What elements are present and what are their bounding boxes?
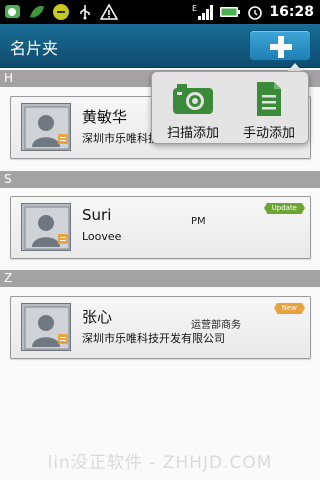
update-tag: Update [263, 203, 306, 214]
avatar [21, 303, 71, 351]
contact-card[interactable]: 张心 运营部商务 深圳市乐唯科技开发有限公司 New [10, 296, 311, 359]
add-contact-button[interactable] [249, 30, 311, 61]
scan-add-item[interactable]: 扫描添加 [156, 78, 230, 141]
page-title: 名片夹 [10, 39, 59, 58]
add-menu-popup: 扫描添加 手动添加 [151, 71, 309, 144]
contact-name: Suri [82, 206, 112, 224]
contact-name: 张心 [82, 308, 113, 326]
contact-card[interactable]: Suri PM Loovee Update [10, 196, 311, 259]
leaf-icon [28, 3, 46, 21]
new-tag: New [273, 303, 306, 314]
avatar [21, 103, 71, 151]
contact-company: Loovee [82, 230, 122, 243]
camera-icon [173, 84, 213, 114]
scan-add-label: 扫描添加 [166, 126, 219, 141]
status-bar: E 16:28 [0, 0, 320, 24]
warning-icon [99, 3, 119, 21]
contact-company: 深圳市乐唯科技开发有限公司 [82, 332, 225, 345]
signal-icon: E [192, 3, 214, 21]
card-badge-icon [58, 334, 68, 344]
card-badge-icon [58, 234, 68, 244]
bean-icon [52, 3, 70, 21]
clock-time: 16:28 [269, 4, 314, 20]
usb-icon [76, 3, 94, 21]
battery-icon [219, 3, 241, 21]
section-header-z: Z [0, 270, 320, 287]
chat-app-icon [4, 3, 22, 21]
card-badge-icon [58, 134, 68, 144]
manual-add-item[interactable]: 手动添加 [232, 78, 306, 141]
alarm-icon [246, 3, 264, 21]
contact-title: PM [191, 216, 206, 227]
contact-name: 黄敏华 [82, 108, 128, 126]
title-bar: 名片夹 [0, 24, 320, 68]
contact-title: 运营部商务 [191, 320, 241, 331]
watermark-text: lin没正软件 - ZHHJD.COM [47, 453, 273, 473]
avatar [21, 203, 71, 251]
plus-icon [270, 36, 292, 58]
network-type-label: E [192, 4, 197, 13]
section-header-s: S [0, 171, 320, 188]
document-icon [257, 82, 281, 116]
manual-add-label: 手动添加 [242, 126, 295, 141]
